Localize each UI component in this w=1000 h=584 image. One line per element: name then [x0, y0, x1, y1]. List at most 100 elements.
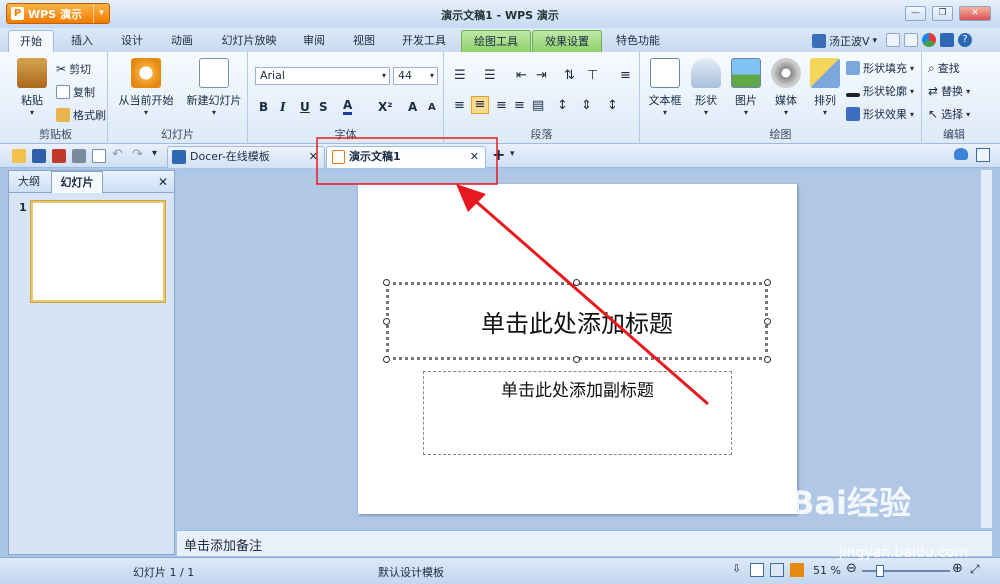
slideshow-icon[interactable] — [790, 563, 804, 577]
close-window-button[interactable]: ✕ — [959, 6, 991, 21]
doc-tab-presentation[interactable]: 演示文稿1 ✕ — [326, 146, 486, 168]
format-painter-button[interactable]: 格式刷 — [56, 107, 106, 123]
user-account[interactable]: 汤正波V ▾ — [812, 33, 877, 49]
align-center-icon[interactable]: ≡ — [471, 96, 489, 114]
picture-button[interactable]: 图片 ▾ — [726, 58, 766, 117]
fit-window-icon[interactable]: ⤢ — [970, 562, 980, 577]
shadow-button[interactable]: S — [319, 100, 328, 114]
bullets-icon[interactable]: ☰ — [454, 68, 466, 83]
shrink-font-button[interactable]: A — [428, 102, 436, 113]
copy-button[interactable]: 复制 — [56, 84, 95, 100]
close-pane-icon[interactable]: ✕ — [155, 171, 171, 193]
line-spacing-icon[interactable]: ↕ — [557, 98, 568, 113]
notes-toggle-icon[interactable]: ⇩ — [732, 562, 741, 575]
doc-tab-docer[interactable]: Docer-在线模板 ✕ — [167, 146, 325, 168]
italic-button[interactable]: I — [280, 100, 286, 114]
tab-animation[interactable]: 动画 — [162, 30, 202, 52]
vertical-scrollbar[interactable] — [980, 170, 992, 528]
tab-drawing-tools[interactable]: 绘图工具 — [461, 30, 531, 52]
close-tab-icon[interactable]: ✕ — [309, 147, 318, 167]
resize-handle[interactable] — [383, 356, 390, 363]
replace-button[interactable]: ⇄ 替换 ▾ — [928, 83, 970, 99]
skin-icon[interactable] — [904, 33, 918, 47]
resize-handle[interactable] — [573, 279, 580, 286]
zoom-slider[interactable] — [862, 565, 950, 577]
minimize-button[interactable]: — — [905, 6, 926, 21]
tab-developer[interactable]: 开发工具 — [394, 30, 454, 52]
help-icon[interactable]: ? — [958, 33, 972, 47]
redo-icon[interactable]: ↷ — [132, 147, 143, 162]
select-button[interactable]: ↖ 选择 ▾ — [928, 106, 970, 122]
docer-icon[interactable] — [940, 33, 954, 47]
tab-list-chevron-icon[interactable]: ▾ — [510, 149, 515, 159]
minimize-ribbon-icon[interactable] — [886, 33, 900, 47]
new-tab-icon[interactable]: + — [492, 145, 505, 164]
customize-chevron-icon[interactable]: ▾ — [152, 148, 157, 159]
cloud-icon[interactable] — [954, 148, 968, 160]
color-wheel-icon[interactable] — [922, 33, 936, 47]
print-preview-icon[interactable] — [92, 149, 106, 163]
save-icon[interactable] — [32, 149, 46, 163]
superscript-button[interactable]: X² — [378, 100, 393, 114]
font-color-button[interactable]: A — [343, 98, 353, 115]
normal-view-icon[interactable] — [750, 563, 764, 577]
zoom-out-icon[interactable]: ⊖ — [846, 561, 857, 576]
tab-effect-settings[interactable]: 效果设置 — [532, 30, 602, 52]
align-text-icon[interactable]: ⊤ — [587, 68, 598, 83]
slide[interactable]: 单击此处添加标题 单击此处添加副标题 — [358, 184, 797, 514]
tab-outline[interactable]: 大纲 — [11, 171, 47, 193]
bold-button[interactable]: B — [259, 100, 268, 114]
numbering-icon[interactable]: ☰ — [484, 68, 496, 83]
resize-handle[interactable] — [764, 356, 771, 363]
font-size-select[interactable]: 44 ▾ — [393, 67, 438, 85]
resize-handle[interactable] — [383, 318, 390, 325]
close-tab-icon[interactable]: ✕ — [470, 147, 479, 167]
find-button[interactable]: ⌕ 查找 — [928, 60, 960, 76]
export-pdf-icon[interactable] — [52, 149, 66, 163]
undo-icon[interactable]: ↶ — [112, 147, 123, 162]
zoom-in-icon[interactable]: ⊕ — [952, 561, 963, 576]
underline-button[interactable]: U — [300, 100, 310, 114]
slide-thumbnail[interactable] — [31, 201, 165, 302]
grow-font-button[interactable]: A — [408, 100, 417, 114]
tab-slides[interactable]: 幻灯片 — [51, 171, 103, 193]
tab-review[interactable]: 审阅 — [294, 30, 334, 52]
resize-handle[interactable] — [383, 279, 390, 286]
shape-outline-button[interactable]: 形状轮廓 ▾ — [846, 83, 914, 99]
line-spacing-menu-icon[interactable]: ↕ — [607, 98, 618, 113]
textbox-button[interactable]: 文本框 ▾ — [644, 58, 686, 117]
resize-handle[interactable] — [764, 279, 771, 286]
text-direction-icon[interactable]: ⇅ — [564, 68, 575, 83]
tab-view[interactable]: 视图 — [344, 30, 384, 52]
decrease-indent-icon[interactable]: ⇤ — [516, 68, 527, 83]
play-from-current-button[interactable]: 从当前开始 ▾ — [114, 58, 178, 117]
align-right-icon[interactable]: ≡ — [496, 98, 507, 113]
open-icon[interactable] — [12, 149, 26, 163]
justify-icon[interactable]: ≡ — [514, 98, 525, 113]
tab-design[interactable]: 设计 — [112, 30, 152, 52]
zoom-slider-thumb[interactable] — [876, 565, 884, 577]
resize-handle[interactable] — [573, 356, 580, 363]
subtitle-placeholder[interactable]: 单击此处添加副标题 — [423, 371, 732, 455]
shape-fill-button[interactable]: 形状填充 ▾ — [846, 60, 914, 76]
new-slide-button[interactable]: 新建幻灯片 ▾ — [184, 58, 244, 117]
columns-icon[interactable]: ≡ — [620, 68, 631, 83]
sorter-view-icon[interactable] — [770, 563, 784, 577]
arrange-button[interactable]: 排列 ▾ — [806, 58, 844, 117]
distribute-icon[interactable]: ▤ — [532, 98, 544, 113]
tab-slideshow[interactable]: 幻灯片放映 — [214, 30, 284, 52]
para-spacing-icon[interactable]: ⇕ — [581, 98, 592, 113]
align-left-icon[interactable]: ≡ — [454, 98, 465, 113]
shape-effect-button[interactable]: 形状效果 ▾ — [846, 106, 914, 122]
font-name-select[interactable]: Arial ▾ — [255, 67, 390, 85]
tab-insert[interactable]: 插入 — [62, 30, 102, 52]
resize-handle[interactable] — [764, 318, 771, 325]
tab-special-features[interactable]: 特色功能 — [608, 30, 668, 52]
window-mode-icon[interactable] — [976, 148, 990, 162]
shape-button[interactable]: 形状 ▾ — [686, 58, 726, 117]
paste-button[interactable]: 粘贴 ▾ — [12, 58, 52, 117]
increase-indent-icon[interactable]: ⇥ — [536, 68, 547, 83]
tab-home[interactable]: 开始 — [8, 30, 54, 52]
media-button[interactable]: 媒体 ▾ — [766, 58, 806, 117]
cut-button[interactable]: ✂ 剪切 — [56, 61, 91, 77]
